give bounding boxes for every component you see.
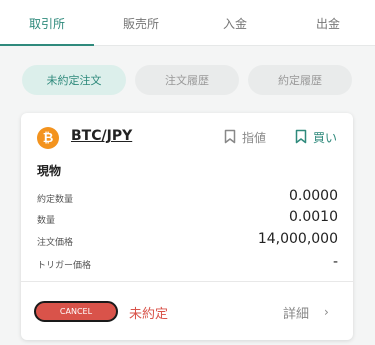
pair-link[interactable]: BTC/JPY xyxy=(71,128,132,144)
order-price-label: 注文価格 xyxy=(37,238,74,248)
tab-retail[interactable]: 販売所 xyxy=(94,0,188,46)
active-tab-indicator xyxy=(0,44,94,46)
subtab-order-history[interactable]: 注文履歴 xyxy=(135,65,239,95)
order-card: ₿ BTC/JPY 指値 買い 現物 約定数量 0.0000 数量 0.0010… xyxy=(21,113,353,340)
cancel-button[interactable]: CANCEL xyxy=(34,301,118,322)
trigger-price-label: トリガー価格 xyxy=(37,261,92,271)
order-price-value: 14,000,000 xyxy=(257,231,338,247)
tab-deposit[interactable]: 入金 xyxy=(188,0,282,46)
card-divider xyxy=(21,281,353,282)
buy-side-label: 買い xyxy=(313,131,338,145)
detail-link[interactable]: 詳細 xyxy=(283,303,309,322)
tab-exchange[interactable]: 取引所 xyxy=(0,0,94,46)
order-kind: 現物 xyxy=(37,164,62,178)
top-tab-bar: 取引所 販売所 入金 出金 xyxy=(0,0,375,46)
quantity-label: 数量 xyxy=(37,216,56,226)
subtab-trade-history[interactable]: 約定履歴 xyxy=(248,65,352,95)
bitcoin-icon: ₿ xyxy=(37,127,59,149)
chevron-right-icon[interactable]: › xyxy=(324,305,329,319)
filled-qty-value: 0.0000 xyxy=(289,188,338,204)
quantity-value: 0.0010 xyxy=(289,209,338,225)
filled-qty-label: 約定数量 xyxy=(37,195,74,205)
order-status: 未約定 xyxy=(129,307,169,322)
bookmark-buy-icon xyxy=(295,129,307,144)
bookmark-outline-icon xyxy=(224,129,236,144)
tab-withdraw[interactable]: 出金 xyxy=(281,0,375,46)
trigger-price-value: - xyxy=(332,254,338,270)
subtab-open-orders[interactable]: 未約定注文 xyxy=(22,65,126,95)
order-subtabs: 未約定注文 注文履歴 約定履歴 xyxy=(0,60,375,96)
limit-order-label: 指値 xyxy=(242,131,267,145)
